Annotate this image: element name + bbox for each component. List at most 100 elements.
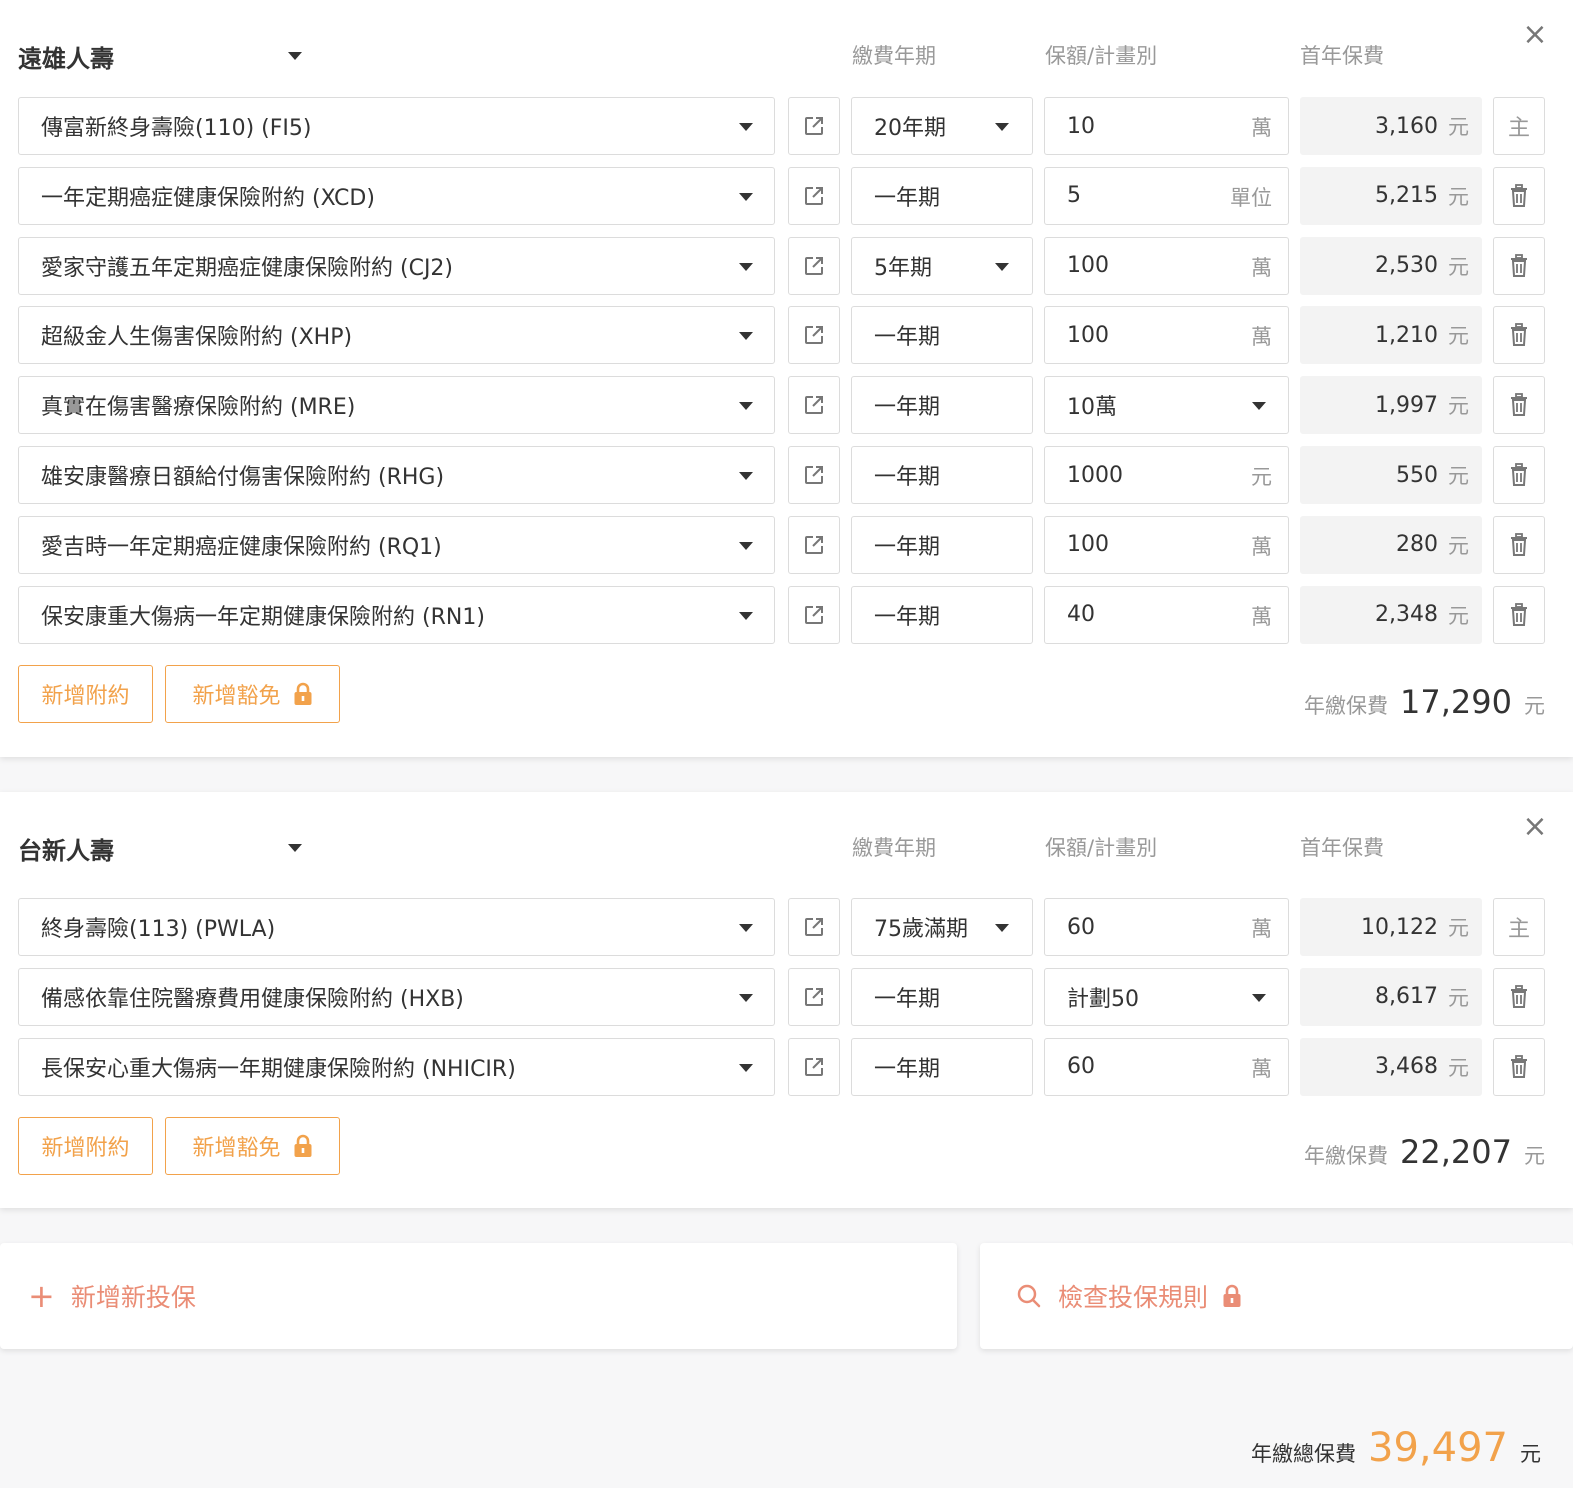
external-edit-icon[interactable] <box>788 1037 840 1096</box>
term-value: 一年期 <box>874 534 941 560</box>
amount-select[interactable]: 10萬 <box>1044 376 1289 435</box>
plan-select[interactable]: 雄安康醫療日額給付傷害保險附約 (RHG) <box>18 446 775 504</box>
amount-value: 1000 <box>1067 462 1123 488</box>
add-waiver-button[interactable]: 新增豁免 <box>165 665 340 723</box>
external-edit-icon[interactable] <box>788 376 840 435</box>
caret-down-icon <box>995 262 1009 271</box>
external-edit-icon[interactable] <box>788 236 840 295</box>
amount-input[interactable]: 100 萬 <box>1044 515 1289 574</box>
amount-input[interactable]: 1000 元 <box>1044 446 1289 504</box>
trash-icon[interactable] <box>1493 585 1545 644</box>
amount-input[interactable]: 40 萬 <box>1044 585 1289 644</box>
caret-down-icon <box>739 993 753 1002</box>
external-edit-icon[interactable] <box>788 967 840 1026</box>
plan-select[interactable]: 愛吉時一年定期癌症健康保險附約 (RQ1) <box>18 515 775 574</box>
caret-down-icon <box>739 402 753 411</box>
grand-total-unit: 元 <box>1520 1442 1541 1466</box>
amount-input[interactable]: 100 萬 <box>1044 236 1289 295</box>
policy-row: 一年定期癌症健康保險附約 (XCD) 一年期 5 單位 5,215 元 <box>0 166 1573 225</box>
amount-select[interactable]: 計劃50 <box>1044 967 1289 1026</box>
plan-name: 愛家守護五年定期癌症健康保險附約 (CJ2) <box>41 255 454 281</box>
plan-select[interactable]: 傳富新終身壽險(110) (FI5) <box>18 97 775 155</box>
term-value: 一年期 <box>874 604 941 630</box>
amount-input[interactable]: 10 萬 <box>1044 97 1289 155</box>
premium-value-field: 3,160 元 <box>1300 97 1482 155</box>
check-rules-button[interactable]: 檢查投保規則 <box>980 1243 1573 1349</box>
amount-value: 60 <box>1067 914 1095 940</box>
plan-name: 保安康重大傷病一年定期健康保險附約 (RN1) <box>41 604 485 630</box>
add-rider-button[interactable]: 新增附約 <box>18 1117 153 1175</box>
term-select[interactable]: 5年期 <box>851 236 1033 295</box>
close-icon[interactable]: × <box>1520 812 1550 842</box>
main-policy-badge: 主 <box>1493 898 1545 956</box>
amount-unit: 元 <box>1251 465 1272 489</box>
amount-value: 100 <box>1067 532 1109 558</box>
amount-input[interactable]: 60 萬 <box>1044 1037 1289 1096</box>
premium-value-field: 10,122 元 <box>1300 898 1482 956</box>
add-new-policy-button[interactable]: + 新增新投保 <box>0 1243 957 1349</box>
amount-input[interactable]: 5 單位 <box>1044 166 1289 225</box>
plan-select[interactable]: 終身壽險(113) (PWLA) <box>18 898 775 956</box>
plan-select[interactable]: 備感依靠住院醫療費用健康保險附約 (HXB) <box>18 967 775 1026</box>
premium-value: 8,617 <box>1375 984 1438 1010</box>
trash-icon[interactable] <box>1493 166 1545 225</box>
company-name: 遠雄人壽 <box>18 44 114 73</box>
trash-icon[interactable] <box>1493 376 1545 435</box>
plan-select[interactable]: 長保安心重大傷病一年期健康保險附約 (NHICIR) <box>18 1037 775 1096</box>
caret-down-icon <box>739 611 753 620</box>
trash-icon[interactable] <box>1493 236 1545 295</box>
caret-down-icon <box>739 1063 753 1072</box>
amount-value: 10 <box>1067 113 1095 139</box>
external-edit-icon[interactable] <box>788 585 840 644</box>
policy-row: 愛家守護五年定期癌症健康保險附約 (CJ2) 5年期 100 萬 2,530 元 <box>0 236 1573 295</box>
amount-input[interactable]: 60 萬 <box>1044 898 1289 956</box>
trash-icon[interactable] <box>1493 446 1545 504</box>
caret-down-icon <box>739 123 753 131</box>
premium-unit: 元 <box>1448 254 1469 279</box>
term-select[interactable]: 20年期 <box>851 97 1033 155</box>
policy-row: 超級金人生傷害保險附約 (XHP) 一年期 100 萬 1,210 元 <box>0 306 1573 365</box>
caret-down-icon <box>739 262 753 271</box>
premium-unit: 元 <box>1448 324 1469 349</box>
external-edit-icon[interactable] <box>788 306 840 365</box>
close-icon[interactable]: × <box>1520 20 1550 50</box>
plan-select[interactable]: 一年定期癌症健康保險附約 (XCD) <box>18 166 775 225</box>
premium-value: 1,210 <box>1375 322 1438 348</box>
plan-select[interactable]: 保安康重大傷病一年定期健康保險附約 (RN1) <box>18 585 775 644</box>
caret-down-icon <box>739 924 753 932</box>
company-select[interactable]: 遠雄人壽 <box>18 38 308 74</box>
premium-value-field: 280 元 <box>1300 515 1482 574</box>
plan-select[interactable]: 愛家守護五年定期癌症健康保險附約 (CJ2) <box>18 236 775 295</box>
external-edit-icon[interactable] <box>788 515 840 574</box>
plan-select[interactable]: 超級金人生傷害保險附約 (XHP) <box>18 306 775 365</box>
external-edit-icon[interactable] <box>788 446 840 504</box>
term-select[interactable]: 75歲滿期 <box>851 898 1033 956</box>
plan-select[interactable]: 真實在傷害醫療保險附約 (MRE) <box>18 376 775 435</box>
amount-unit: 萬 <box>1251 1056 1272 1081</box>
main-policy-badge: 主 <box>1493 97 1545 155</box>
add-waiver-label: 新增豁免 <box>192 684 281 709</box>
company-select[interactable]: 台新人壽 <box>18 830 308 866</box>
premium-value: 5,215 <box>1375 183 1438 209</box>
external-edit-icon[interactable] <box>788 898 840 956</box>
plan-name: 終身壽險(113) (PWLA) <box>41 917 276 942</box>
trash-icon[interactable] <box>1493 967 1545 1026</box>
annual-premium-unit: 元 <box>1524 694 1545 718</box>
caret-down-icon <box>739 472 753 480</box>
term-field: 一年期 <box>851 515 1033 574</box>
add-rider-button[interactable]: 新增附約 <box>18 665 153 723</box>
premium-unit: 元 <box>1448 184 1469 209</box>
grand-total-label: 年繳總保費 <box>1251 1442 1357 1466</box>
annual-premium-value: 22,207 <box>1400 1133 1512 1171</box>
amount-input[interactable]: 100 萬 <box>1044 306 1289 365</box>
term-field: 一年期 <box>851 446 1033 504</box>
amount-value: 40 <box>1067 602 1095 628</box>
external-edit-icon[interactable] <box>788 97 840 155</box>
policy-row: 保安康重大傷病一年定期健康保險附約 (RN1) 一年期 40 萬 2,348 元 <box>0 585 1573 644</box>
premium-value: 2,530 <box>1375 253 1438 279</box>
add-waiver-button[interactable]: 新增豁免 <box>165 1117 340 1175</box>
trash-icon[interactable] <box>1493 1037 1545 1096</box>
trash-icon[interactable] <box>1493 306 1545 365</box>
external-edit-icon[interactable] <box>788 166 840 225</box>
trash-icon[interactable] <box>1493 515 1545 574</box>
